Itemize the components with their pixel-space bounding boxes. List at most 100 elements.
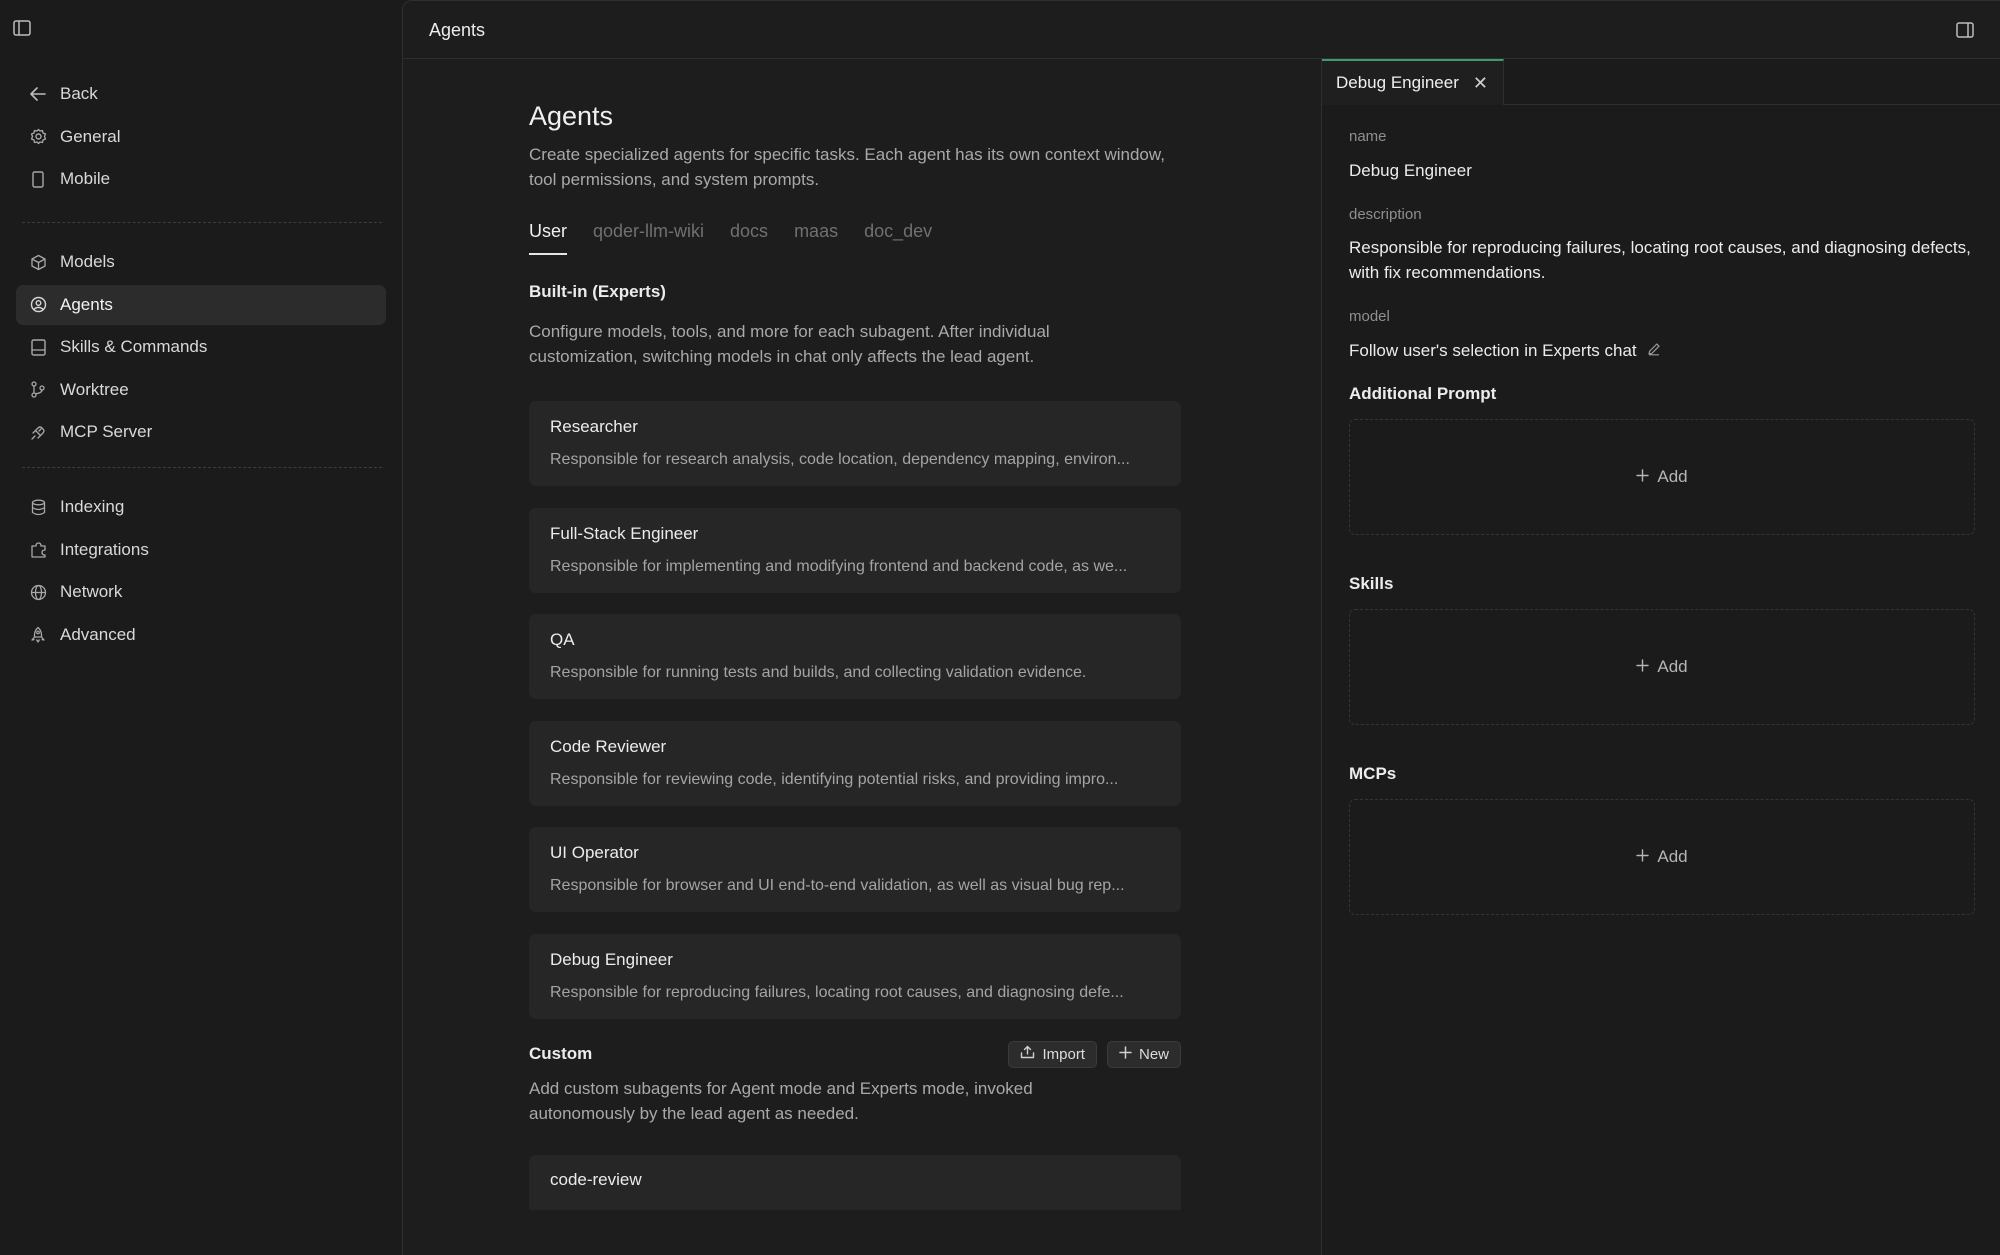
agent-card-ui-operator[interactable]: UI Operator Responsible for browser and … (529, 827, 1181, 912)
agent-card-researcher[interactable]: Researcher Responsible for research anal… (529, 401, 1181, 486)
page-description: Create specialized agents for specific t… (529, 145, 1165, 189)
tab-user[interactable]: User (529, 219, 568, 255)
gear-icon (28, 127, 48, 147)
sidebar-item-worktree[interactable]: Worktree (16, 370, 386, 410)
sidebar-item-label: Mobile (60, 169, 111, 188)
database-icon (28, 497, 48, 517)
detail-tab-debug-engineer[interactable]: Debug Engineer ✕ (1322, 59, 1504, 105)
add-skill-button[interactable]: Add (1349, 609, 1975, 725)
sidebar: Back General Mobile Models Agents Skills… (0, 0, 402, 1255)
sidebar-item-label: Back (60, 84, 98, 103)
add-label: Add (1657, 847, 1688, 866)
custom-actions: Import New (1008, 1040, 1181, 1068)
custom-agent-card[interactable]: code-review (529, 1155, 1181, 1210)
upload-icon (1020, 1045, 1035, 1063)
agents-content: Agents Create specialized agents for spe… (529, 101, 1181, 1210)
rocket-icon (28, 625, 48, 645)
agent-description: Responsible for implementing and modifyi… (550, 557, 1128, 575)
new-agent-button[interactable]: New (1106, 1040, 1181, 1068)
description-field-label: description (1349, 206, 1422, 223)
tab-doc-dev[interactable]: doc_dev (864, 219, 932, 255)
sidebar-item-label: Indexing (60, 497, 125, 516)
add-label: Add (1657, 467, 1688, 486)
plus-icon (1636, 467, 1650, 487)
sidebar-toggle-icon[interactable] (12, 18, 32, 38)
sidebar-item-indexing[interactable]: Indexing (16, 487, 386, 527)
sidebar-item-advanced[interactable]: Advanced (16, 615, 386, 655)
agent-name: Code Reviewer (550, 736, 667, 756)
detail-body: name Debug Engineer description Responsi… (1322, 128, 2000, 915)
arrow-left-icon (28, 84, 48, 104)
agent-description: Responsible for running tests and builds… (550, 664, 1087, 681)
sidebar-item-integrations[interactable]: Integrations (16, 530, 386, 570)
sidebar-item-label: Worktree (60, 379, 129, 399)
name-field-label: name (1349, 128, 1387, 145)
agent-name: Researcher (550, 417, 638, 436)
name-field-value: Debug Engineer (1349, 161, 1472, 180)
cube-icon (28, 252, 48, 272)
sidebar-item-label: Advanced (60, 624, 136, 644)
topbar-title: Agents (429, 20, 486, 40)
sidebar-item-network[interactable]: Network (16, 572, 386, 612)
scope-tabs: User qoder-llm-wiki docs maas doc_dev (529, 219, 1181, 255)
agent-card-qa[interactable]: QA Responsible for running tests and bui… (529, 614, 1181, 699)
puzzle-icon (28, 540, 48, 560)
agent-icon (28, 295, 48, 315)
detail-tabbar: Debug Engineer ✕ (1322, 59, 2000, 105)
plug-icon (28, 422, 48, 442)
sidebar-item-agents[interactable]: Agents (16, 284, 386, 325)
detail-tab-label: Debug Engineer (1336, 73, 1459, 92)
description-field-value: Responsible for reproducing failures, lo… (1349, 238, 1971, 282)
import-button[interactable]: Import (1008, 1040, 1097, 1068)
tab-maas[interactable]: maas (794, 219, 838, 255)
add-label: Add (1657, 657, 1688, 676)
mobile-icon (28, 169, 48, 189)
agent-card-code-reviewer[interactable]: Code Reviewer Responsible for reviewing … (529, 720, 1181, 806)
custom-section-header: Custom Import New (529, 1040, 1181, 1068)
agent-name: Full-Stack Engineer (550, 523, 699, 543)
right-panel-toggle-icon[interactable] (1955, 20, 1975, 40)
sidebar-item-label: Network (60, 582, 123, 601)
import-button-label: Import (1042, 1045, 1085, 1063)
model-field-row: Follow user's selection in Experts chat (1349, 338, 1975, 363)
model-field-label: model (1349, 308, 1390, 325)
plus-icon (1636, 657, 1650, 677)
mcps-title: MCPs (1349, 764, 1397, 783)
add-additional-prompt-button[interactable]: Add (1349, 419, 1975, 535)
sidebar-item-skills-commands[interactable]: Skills & Commands (16, 327, 386, 367)
agent-description: Responsible for reviewing code, identify… (550, 770, 1119, 788)
skills-title: Skills (1349, 574, 1394, 593)
builtin-agent-list: Researcher Responsible for research anal… (529, 401, 1181, 1019)
main-panel: Agents Agents Create specialized agents … (402, 0, 2000, 1255)
sidebar-item-mcp-server[interactable]: MCP Server (16, 412, 386, 452)
agent-name: QA (550, 630, 575, 649)
sidebar-item-label: General (60, 126, 121, 146)
branch-icon (28, 380, 48, 400)
sidebar-item-label: Models (60, 252, 115, 271)
close-icon[interactable]: ✕ (1473, 74, 1488, 92)
sidebar-group-middle: Models Agents Skills & Commands Worktree (16, 242, 386, 455)
custom-section-title: Custom (529, 1044, 593, 1063)
sidebar-item-label: Skills & Commands (60, 337, 208, 356)
edit-pencil-icon[interactable] (1647, 338, 1661, 363)
agent-description: Responsible for browser and UI end-to-en… (550, 877, 1125, 894)
sidebar-item-general[interactable]: General (16, 117, 386, 157)
model-field-value: Follow user's selection in Experts chat (1349, 341, 1637, 360)
add-mcp-button[interactable]: Add (1349, 799, 1975, 915)
sidebar-divider (22, 467, 382, 468)
agent-card-debug-engineer[interactable]: Debug Engineer Responsible for reproduci… (529, 933, 1181, 1019)
sidebar-item-back[interactable]: Back (16, 74, 386, 114)
globe-icon (28, 582, 48, 602)
sidebar-group-top: Back General Mobile (16, 74, 386, 202)
agent-name: Debug Engineer (550, 949, 673, 969)
plus-icon (1636, 847, 1650, 867)
additional-prompt-title: Additional Prompt (1349, 384, 1497, 403)
tab-docs[interactable]: docs (730, 219, 768, 255)
tab-qoder-llm-wiki[interactable]: qoder-llm-wiki (593, 219, 704, 255)
sidebar-item-mobile[interactable]: Mobile (16, 159, 386, 199)
sidebar-item-models[interactable]: Models (16, 242, 386, 282)
agent-card-full-stack-engineer[interactable]: Full-Stack Engineer Responsible for impl… (529, 507, 1181, 593)
book-icon (28, 337, 48, 357)
agent-name: UI Operator (550, 843, 639, 862)
custom-section-description: Add custom subagents for Agent mode and … (529, 1079, 1033, 1123)
